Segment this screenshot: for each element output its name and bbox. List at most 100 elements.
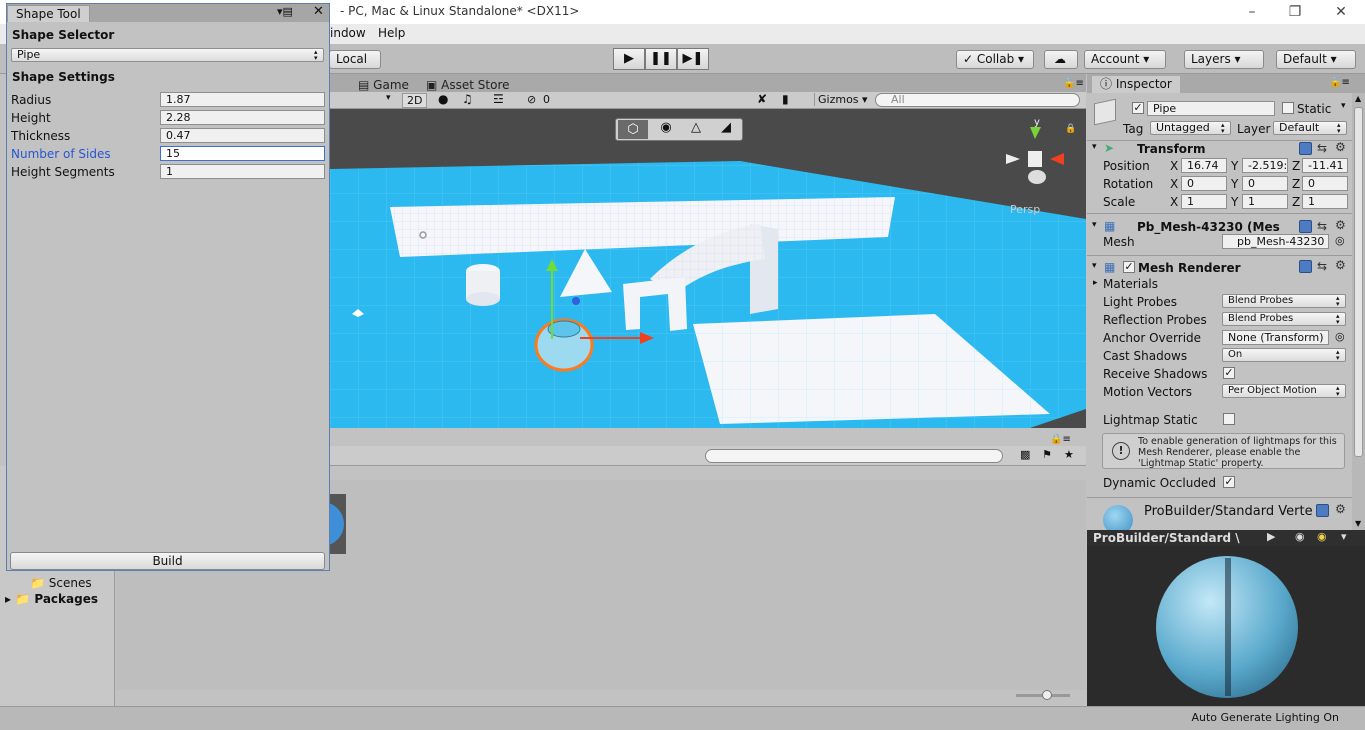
lightmap-static-checkbox[interactable] [1223, 413, 1235, 425]
menu-help[interactable]: Help [378, 26, 405, 40]
project-search-input[interactable] [705, 449, 1003, 463]
scene-view[interactable]: y Persp 🔒 ⬡ ◉ △ ◢ [330, 109, 1086, 428]
layers-dropdown[interactable]: Layers ▾ [1184, 50, 1264, 69]
position-z-field[interactable]: -11.41 [1302, 158, 1348, 173]
mode-2d-button[interactable]: 2D [402, 93, 428, 108]
help-icon[interactable] [1299, 260, 1312, 273]
anchor-override-field[interactable]: None (Transform) [1222, 330, 1329, 345]
static-dropdown-icon[interactable]: ▾ [1341, 101, 1346, 111]
gear-icon[interactable]: ⚙ [1335, 218, 1346, 232]
close-icon[interactable]: ✕ [1326, 2, 1356, 22]
inspector-scrollbar[interactable]: ▲ ▼ [1352, 93, 1365, 531]
step-button[interactable]: ▶❚ [677, 48, 709, 70]
account-dropdown[interactable]: Account ▾ [1084, 50, 1166, 69]
position-y-field[interactable]: -2.519: [1242, 158, 1288, 173]
pause-button[interactable]: ❚❚ [645, 48, 677, 70]
rotation-x-field[interactable]: 0 [1181, 176, 1227, 191]
scale-y-field[interactable]: 1 [1242, 194, 1288, 209]
thickness-field[interactable]: 0.47 [160, 128, 325, 143]
object-name-field[interactable]: Pipe [1147, 101, 1275, 116]
window-menu-icon[interactable]: ▾▤ [277, 5, 293, 18]
static-checkbox[interactable] [1282, 102, 1294, 114]
build-button[interactable]: Build [10, 552, 325, 570]
edge-mode-icon[interactable]: △ [682, 120, 710, 135]
layout-dropdown[interactable]: Default ▾ [1276, 50, 1356, 69]
mesh-renderer-enabled-checkbox[interactable]: ✓ [1123, 261, 1135, 273]
height-segments-field[interactable]: 1 [160, 164, 325, 179]
rotation-y-field[interactable]: 0 [1242, 176, 1288, 191]
dynamic-occluded-checkbox[interactable]: ✓ [1223, 476, 1235, 488]
cloud-button[interactable]: ☁ [1044, 50, 1078, 69]
mesh-field[interactable]: pb_Mesh-43230 [1222, 234, 1329, 249]
hidden-objects-icon[interactable]: ⊘ [527, 93, 536, 106]
height-field[interactable]: 2.28 [160, 110, 325, 125]
help-icon[interactable] [1299, 220, 1312, 233]
mesh-renderer-foldout-icon[interactable]: ▾ [1092, 261, 1097, 271]
receive-shadows-checkbox[interactable]: ✓ [1223, 367, 1235, 379]
layer-dropdown[interactable]: Default [1273, 121, 1347, 135]
mesh-filter-foldout-icon[interactable]: ▾ [1092, 220, 1097, 230]
filter-label-icon[interactable]: ⚑ [1042, 448, 1052, 461]
inspector-lock-icon[interactable]: 🔒≡ [1329, 77, 1350, 88]
shading-dropdown-icon[interactable]: ▾ [386, 93, 391, 103]
position-x-field[interactable]: 16.74 [1181, 158, 1227, 173]
object-picker-icon[interactable]: ◎ [1335, 234, 1345, 247]
active-checkbox[interactable]: ✓ [1132, 102, 1144, 114]
shape-tool-tab[interactable]: Shape Tool [7, 5, 90, 22]
play-button[interactable]: ▶ [613, 48, 645, 70]
object-mode-icon[interactable]: ⬡ [618, 120, 648, 139]
camera-icon[interactable]: ▮ [782, 92, 789, 106]
menu-window[interactable]: indow [330, 26, 366, 40]
object-picker-icon[interactable]: ◎ [1335, 330, 1345, 343]
restore-icon[interactable]: ❐ [1280, 2, 1310, 22]
filter-type-icon[interactable]: ▩ [1020, 448, 1030, 461]
gear-icon[interactable]: ⚙ [1335, 502, 1346, 516]
preset-icon[interactable]: ⇆ [1317, 259, 1327, 273]
inspector-scrollbar-thumb[interactable] [1354, 107, 1363, 457]
motion-vectors-dropdown[interactable]: Per Object Motion [1222, 384, 1346, 398]
lock-icon[interactable]: 🔒≡ [1063, 78, 1084, 89]
scene-search-input[interactable]: All [875, 93, 1080, 107]
vertex-mode-icon[interactable]: ◉ [652, 120, 680, 135]
transform-foldout-icon[interactable]: ▾ [1092, 142, 1097, 152]
shape-selector-dropdown[interactable]: Pipe [11, 48, 324, 62]
shape-tool-close-icon[interactable]: ✕ [313, 4, 324, 19]
favorite-icon[interactable]: ★ [1064, 448, 1074, 461]
preview-options-icon[interactable]: ▾ [1341, 530, 1347, 543]
material-asset-thumbnail[interactable] [330, 494, 346, 554]
project-lock-icon[interactable]: 🔒≡ [1050, 434, 1071, 445]
preview-sphere-icon[interactable]: ◉ [1295, 530, 1305, 543]
pivot-local-button[interactable]: Local [329, 50, 381, 69]
gear-icon[interactable]: ⚙ [1335, 258, 1346, 272]
preview-light-icon[interactable]: ◉ [1317, 530, 1327, 543]
radius-field[interactable]: 1.87 [160, 92, 325, 107]
scale-z-field[interactable]: 1 [1302, 194, 1348, 209]
rotation-z-field[interactable]: 0 [1302, 176, 1348, 191]
audio-icon[interactable]: ♫ [462, 92, 473, 106]
effects-icon[interactable]: ☲ [493, 92, 504, 106]
scroll-down-icon[interactable]: ▼ [1355, 519, 1361, 528]
zoom-slider-thumb[interactable] [1042, 690, 1052, 700]
reflection-probes-dropdown[interactable]: Blend Probes [1222, 312, 1346, 326]
preset-icon[interactable]: ⇆ [1317, 219, 1327, 233]
folder-packages[interactable]: ▸ 📁 Packages [5, 592, 98, 606]
face-mode-icon[interactable]: ◢ [712, 120, 740, 135]
scroll-up-icon[interactable]: ▲ [1355, 94, 1361, 103]
folder-scenes[interactable]: 📁 Scenes [30, 576, 92, 590]
scene-canvas[interactable]: y Persp 🔒 [330, 109, 1086, 428]
lighting-icon[interactable]: ● [438, 92, 448, 106]
help-icon[interactable] [1299, 142, 1312, 155]
preset-icon[interactable]: ⇆ [1317, 141, 1327, 155]
gear-icon[interactable]: ⚙ [1335, 140, 1346, 154]
cast-shadows-dropdown[interactable]: On [1222, 348, 1346, 362]
gizmos-dropdown[interactable]: Gizmos ▾ [814, 93, 868, 106]
scale-x-field[interactable]: 1 [1181, 194, 1227, 209]
tools-icon[interactable]: ✘ [757, 92, 767, 106]
help-icon[interactable] [1316, 504, 1329, 517]
minimize-icon[interactable]: – [1237, 2, 1267, 22]
materials-foldout-icon[interactable]: ▸ [1093, 278, 1098, 288]
tab-inspector[interactable]: ⓘ Inspector [1092, 76, 1180, 93]
light-probes-dropdown[interactable]: Blend Probes [1222, 294, 1346, 308]
number-of-sides-field[interactable]: 15 [160, 146, 325, 161]
collab-button[interactable]: ✓ Collab ▾ [956, 50, 1034, 69]
